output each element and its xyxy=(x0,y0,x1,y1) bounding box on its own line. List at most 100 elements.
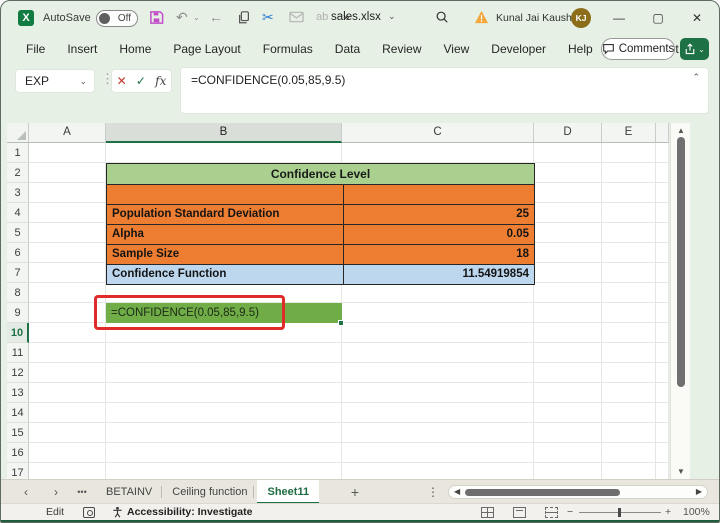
row-header[interactable]: 6 xyxy=(7,243,29,263)
confirm-entry-icon[interactable]: ✓ xyxy=(136,74,146,88)
ribbon-tab[interactable]: Formulas xyxy=(252,35,324,63)
row-headers: 1 2 3 4 5 6 7 8 9 10 11 12 13 14 15 16 17 xyxy=(7,143,29,483)
accessibility-status[interactable]: Accessibility: Investigate xyxy=(127,504,252,521)
row-header[interactable]: 13 xyxy=(7,383,29,403)
back-arrow-icon[interactable]: ← xyxy=(209,9,223,26)
insert-function-icon[interactable]: fx xyxy=(155,74,166,88)
more-sheets-icon[interactable]: ••• xyxy=(71,480,93,504)
select-all-corner[interactable] xyxy=(7,123,29,143)
scroll-up-icon[interactable]: ▲ xyxy=(671,126,691,135)
vertical-scrollbar-thumb[interactable] xyxy=(677,137,685,387)
ribbon-tab[interactable]: Developer xyxy=(480,35,557,63)
name-box-chevron-icon[interactable]: ⌄ xyxy=(79,76,87,87)
row-header[interactable]: 10 xyxy=(7,323,29,343)
sheet-nav-left-icon[interactable]: ‹ xyxy=(17,480,35,504)
formula-input[interactable]: =CONFIDENCE(0.05,85,9.5) ⌃ xyxy=(180,67,709,114)
column-header[interactable]: C xyxy=(342,123,534,143)
row-header[interactable]: 16 xyxy=(7,443,29,463)
mode-indicator[interactable]: Edit xyxy=(46,504,64,521)
add-sheet-icon[interactable]: + xyxy=(346,480,364,504)
sheet-tab[interactable]: Sheet11 xyxy=(257,480,320,504)
scroll-left-icon[interactable]: ◀ xyxy=(454,487,460,496)
page-layout-view-icon[interactable] xyxy=(513,507,526,518)
row-header[interactable]: 11 xyxy=(7,343,29,363)
table-value-cell[interactable]: 25 xyxy=(344,205,534,224)
row-header[interactable]: 7 xyxy=(7,263,29,283)
search-icon[interactable] xyxy=(435,10,449,24)
share-button[interactable]: ⌄ xyxy=(680,38,709,60)
table-label-cell[interactable]: Alpha xyxy=(107,225,344,244)
table-label-cell[interactable]: Population Standard Deviation xyxy=(107,205,344,224)
column-header[interactable]: B xyxy=(106,123,342,143)
scroll-right-icon[interactable]: ▶ xyxy=(696,487,702,496)
row-header[interactable]: 14 xyxy=(7,403,29,423)
ribbon-tab[interactable]: Home xyxy=(108,35,162,63)
table-title-cell[interactable]: Confidence Level xyxy=(107,164,534,184)
ribbon-tab[interactable]: Review xyxy=(371,35,432,63)
horizontal-scrollbar[interactable]: ◀ ▶ xyxy=(448,485,708,499)
zoom-in-icon[interactable]: + xyxy=(665,504,671,521)
row-header[interactable]: 3 xyxy=(7,183,29,203)
user-name[interactable]: Kunal Jai Kaushik xyxy=(496,12,579,24)
warning-icon[interactable] xyxy=(474,10,489,24)
row-header[interactable]: 2 xyxy=(7,163,29,183)
close-icon[interactable]: ✕ xyxy=(688,9,706,27)
ribbon-tab[interactable]: File xyxy=(15,35,56,63)
undo-chevron-icon[interactable]: ⌄ xyxy=(193,9,200,26)
ribbon-tab[interactable]: Insert xyxy=(56,35,108,63)
column-header[interactable]: D xyxy=(534,123,602,143)
ribbon-tab[interactable]: Page Layout xyxy=(162,35,251,63)
vertical-scrollbar[interactable]: ▲ ▼ xyxy=(670,123,690,479)
ribbon-tab[interactable]: View xyxy=(433,35,481,63)
table-value-cell[interactable]: 18 xyxy=(344,245,534,264)
ribbon-tab[interactable]: Help xyxy=(557,35,604,63)
row-header[interactable]: 4 xyxy=(7,203,29,223)
cut-icon[interactable]: ✂ xyxy=(262,9,274,26)
zoom-out-icon[interactable]: − xyxy=(567,504,573,521)
zoom-level[interactable]: 100% xyxy=(683,504,710,521)
collapse-formula-bar-icon[interactable]: ⌃ xyxy=(692,72,700,83)
name-box[interactable]: EXP ⌄ xyxy=(15,69,95,93)
scroll-down-icon[interactable]: ▼ xyxy=(671,467,691,476)
page-break-view-icon[interactable] xyxy=(545,507,558,518)
row-header[interactable]: 5 xyxy=(7,223,29,243)
column-header[interactable] xyxy=(656,123,669,143)
row-header[interactable]: 15 xyxy=(7,423,29,443)
maximize-icon[interactable]: ▢ xyxy=(649,9,667,27)
table-label-cell[interactable] xyxy=(107,185,344,204)
filename-chevron-icon[interactable]: ⌄ xyxy=(388,11,396,22)
table-row xyxy=(107,184,534,204)
sheet-options-icon[interactable]: ⋮ xyxy=(426,480,440,504)
table-label-cell[interactable]: Sample Size xyxy=(107,245,344,264)
zoom-slider-thumb[interactable] xyxy=(618,508,621,517)
undo-icon[interactable]: ↶ xyxy=(176,9,188,26)
autosave-toggle[interactable]: Off xyxy=(96,10,138,27)
minimize-icon[interactable]: — xyxy=(610,9,628,27)
cancel-entry-icon[interactable]: ✕ xyxy=(117,74,127,88)
row-header[interactable]: 12 xyxy=(7,363,29,383)
excel-logo-icon[interactable]: X xyxy=(18,10,34,26)
ribbon-tab[interactable]: Data xyxy=(324,35,371,63)
table-value-cell[interactable]: 11.54919854 xyxy=(344,265,534,284)
table-value-cell[interactable] xyxy=(344,185,534,204)
macro-record-icon[interactable] xyxy=(83,507,95,518)
horizontal-scrollbar-thumb[interactable] xyxy=(465,489,620,496)
copy-icon[interactable] xyxy=(237,10,251,25)
normal-view-icon[interactable] xyxy=(481,507,494,518)
comments-button[interactable]: Comments xyxy=(601,38,675,60)
sheet-nav-right-icon[interactable]: › xyxy=(47,480,65,504)
document-title[interactable]: sales.xlsx xyxy=(331,11,381,23)
row-header[interactable]: 1 xyxy=(7,143,29,163)
fill-handle[interactable] xyxy=(338,320,344,326)
row-header[interactable]: 8 xyxy=(7,283,29,303)
formula-text[interactable]: =CONFIDENCE(0.05,85,9.5) xyxy=(191,73,345,87)
sheet-tab[interactable]: BETAINV xyxy=(96,480,162,504)
table-label-cell[interactable]: Confidence Function xyxy=(107,265,344,284)
sheet-tab[interactable]: Ceiling function xyxy=(162,480,257,504)
table-value-cell[interactable]: 0.05 xyxy=(344,225,534,244)
row-header[interactable]: 9 xyxy=(7,303,29,323)
avatar[interactable]: KJ xyxy=(571,8,591,28)
column-header[interactable]: A xyxy=(29,123,106,143)
column-header[interactable]: E xyxy=(602,123,656,143)
save-icon[interactable] xyxy=(149,10,164,25)
